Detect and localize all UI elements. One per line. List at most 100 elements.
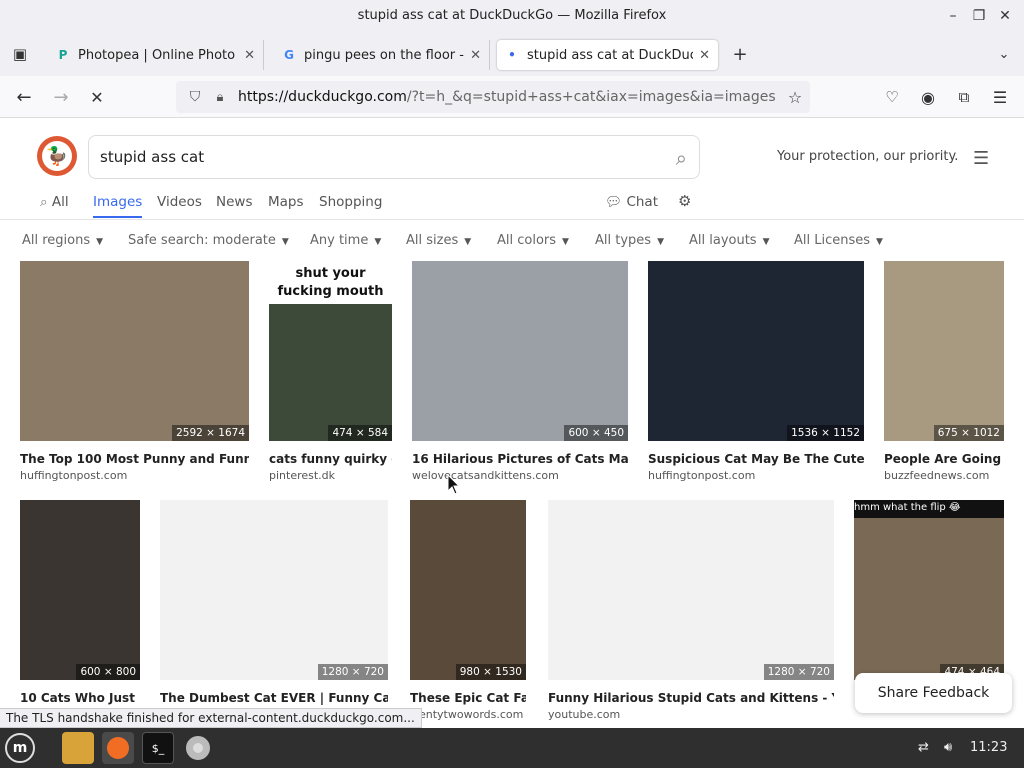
result-thumbnail[interactable]: 980 × 1530 — [410, 500, 526, 680]
image-dimensions: 600 × 450 — [564, 425, 628, 441]
filter-time[interactable]: Any time ▼ — [310, 233, 381, 248]
result-thumbnail[interactable]: 675 × 1012 — [884, 261, 1004, 441]
result-thumbnail[interactable]: 600 × 800 — [20, 500, 140, 680]
chevron-down-icon[interactable]: ⌄ — [993, 43, 1015, 65]
image-dimensions: 600 × 800 — [76, 664, 140, 680]
image-result[interactable]: shut your fucking mouth 474 × 584 cats f… — [269, 261, 392, 482]
image-result[interactable]: hmm what the flip 😂 474 × 464 — [854, 500, 1004, 680]
disc-icon[interactable] — [182, 732, 214, 764]
files-folder-icon[interactable] — [62, 732, 94, 764]
result-source[interactable]: buzzfeednews.com — [884, 469, 1004, 482]
search-icon[interactable]: ⌕ — [676, 146, 687, 170]
maximize-button[interactable]: ❐ — [970, 8, 988, 24]
protection-tagline[interactable]: Your protection, our priority. — [777, 149, 958, 164]
tab-news[interactable]: News — [216, 194, 252, 210]
result-caption[interactable]: 16 Hilarious Pictures of Cats Makin... — [412, 452, 628, 466]
network-icon[interactable]: ⇄ — [918, 740, 929, 755]
result-caption[interactable]: 10 Cats Who Just ... — [20, 691, 140, 705]
result-caption[interactable]: People Are Going ... — [884, 452, 1004, 466]
filter-layouts[interactable]: All layouts ▼ — [689, 233, 770, 248]
result-thumbnail[interactable]: 2592 × 1674 — [20, 261, 249, 441]
filter-licenses[interactable]: All Licenses ▼ — [794, 233, 883, 248]
result-source[interactable]: wentytwowords.com — [410, 708, 526, 721]
filter-safe-search[interactable]: Safe search: moderate ▼ — [128, 233, 289, 248]
tab-overview-icon[interactable]: ▣ — [9, 43, 31, 65]
tab-title: Photopea | Online Photo Ed — [78, 47, 239, 63]
image-result[interactable]: 675 × 1012 People Are Going ... buzzfeed… — [884, 261, 1004, 482]
result-thumbnail[interactable]: 1280 × 720 — [548, 500, 834, 680]
result-source[interactable]: welovecatsandkittens.com — [412, 469, 628, 482]
account-icon[interactable]: ◉ — [917, 86, 939, 108]
share-feedback-button[interactable]: Share Feedback — [855, 673, 1012, 713]
result-thumbnail[interactable]: 600 × 450 — [412, 261, 628, 441]
google-favicon-icon: G — [284, 48, 294, 62]
url-text[interactable]: https://duckduckgo.com/?t=h_&q=stupid+as… — [238, 89, 776, 105]
volume-icon[interactable]: 🔊︎ — [944, 740, 952, 755]
image-result[interactable]: 1536 × 1152 Suspicious Cat May Be The Cu… — [648, 261, 864, 482]
url-bar[interactable]: ⛉ 🔒︎ https://duckduckgo.com/?t=h_&q=stup… — [176, 81, 810, 113]
result-caption[interactable]: cats funny quirky c... — [269, 452, 392, 466]
forward-arrow-icon[interactable]: → — [50, 86, 72, 108]
close-tab-icon[interactable]: ✕ — [244, 48, 255, 63]
tab-google[interactable]: G pingu pees on the floor - Go ✕ — [274, 40, 490, 70]
filter-sizes[interactable]: All sizes ▼ — [406, 233, 471, 248]
mint-menu-icon[interactable]: m — [5, 733, 35, 763]
result-caption[interactable]: The Top 100 Most Punny and Funny ... — [20, 452, 249, 466]
result-caption[interactable]: These Epic Cat Fai... — [410, 691, 526, 705]
back-arrow-icon[interactable]: ← — [13, 86, 35, 108]
stop-loading-icon[interactable]: ✕ — [86, 86, 108, 108]
filter-regions[interactable]: All regions ▼ — [22, 233, 103, 248]
lock-icon[interactable]: 🔒︎ — [209, 86, 231, 108]
pocket-icon[interactable]: ♡ — [881, 86, 903, 108]
result-thumbnail[interactable]: hmm what the flip 😂 474 × 464 — [854, 500, 1004, 680]
result-thumbnail[interactable]: 1536 × 1152 — [648, 261, 864, 441]
terminal-icon[interactable]: $_ — [142, 732, 174, 764]
result-caption[interactable]: Funny Hilarious Stupid Cats and Kittens … — [548, 691, 834, 705]
minimize-button[interactable]: – — [944, 8, 962, 24]
image-dimensions: 1280 × 720 — [763, 664, 834, 680]
tab-images[interactable]: Images — [93, 194, 143, 218]
image-dimensions: 1280 × 720 — [317, 664, 388, 680]
search-query[interactable]: stupid ass cat — [100, 148, 204, 166]
duckduckgo-logo[interactable]: 🦆 — [37, 136, 77, 176]
result-thumbnail[interactable]: shut your fucking mouth 474 × 584 — [269, 261, 392, 441]
result-source[interactable]: huffingtonpost.com — [20, 469, 249, 482]
result-source[interactable]: youtube.com — [548, 708, 834, 721]
close-window-button[interactable]: ✕ — [996, 8, 1014, 24]
image-result[interactable]: 600 × 800 10 Cats Who Just ... — [20, 500, 140, 705]
tab-photopea[interactable]: P Photopea | Online Photo Ed ✕ — [48, 40, 264, 70]
shield-icon[interactable]: ⛉ — [184, 86, 206, 108]
new-tab-icon[interactable]: + — [729, 43, 751, 65]
page-content: 🦆 stupid ass cat ⌕ Your protection, our … — [0, 118, 1024, 728]
tab-maps[interactable]: Maps — [268, 194, 304, 210]
result-caption[interactable]: The Dumbest Cat EVER | Funny Cats ... — [160, 691, 388, 705]
tab-duckduckgo[interactable]: • stupid ass cat at DuckDuckG ✕ — [497, 40, 718, 70]
filter-colors[interactable]: All colors ▼ — [497, 233, 569, 248]
menu-icon[interactable]: ☰ — [989, 86, 1011, 108]
close-tab-icon[interactable]: ✕ — [470, 48, 481, 63]
navigation-bar: ← → ✕ ⛉ 🔒︎ https://duckduckgo.com/?t=h_&… — [0, 76, 1024, 118]
image-result[interactable]: 1280 × 720 Funny Hilarious Stupid Cats a… — [548, 500, 834, 721]
tab-all[interactable]: ⌕ All — [40, 194, 69, 210]
chat-button[interactable]: 💬︎ Chat — [605, 194, 658, 210]
filter-types[interactable]: All types ▼ — [595, 233, 664, 248]
image-dimensions: 980 × 1530 — [455, 664, 526, 680]
result-caption[interactable]: Suspicious Cat May Be The Cutest ... — [648, 452, 864, 466]
result-source[interactable]: huffingtonpost.com — [648, 469, 864, 482]
tab-videos[interactable]: Videos — [157, 194, 202, 210]
result-source[interactable]: pinterest.dk — [269, 469, 392, 482]
result-thumbnail[interactable]: 1280 × 720 — [160, 500, 388, 680]
image-result[interactable]: 980 × 1530 These Epic Cat Fai... wentytw… — [410, 500, 526, 721]
image-result[interactable]: 600 × 450 16 Hilarious Pictures of Cats … — [412, 261, 628, 482]
settings-gear-icon[interactable]: ⚙ — [678, 192, 691, 210]
image-result[interactable]: 2592 × 1674 The Top 100 Most Punny and F… — [20, 261, 249, 482]
hamburger-menu-icon[interactable]: ☰ — [973, 148, 989, 169]
search-input[interactable]: stupid ass cat ⌕ — [88, 135, 700, 179]
bookmark-star-icon[interactable]: ☆ — [784, 86, 806, 108]
image-result[interactable]: 1280 × 720 The Dumbest Cat EVER | Funny … — [160, 500, 388, 705]
firefox-icon[interactable] — [102, 732, 134, 764]
tab-shopping[interactable]: Shopping — [319, 194, 382, 210]
close-tab-icon[interactable]: ✕ — [699, 48, 710, 63]
clock[interactable]: 11:23 — [970, 740, 1007, 755]
extensions-icon[interactable]: ⧉ — [953, 86, 975, 108]
